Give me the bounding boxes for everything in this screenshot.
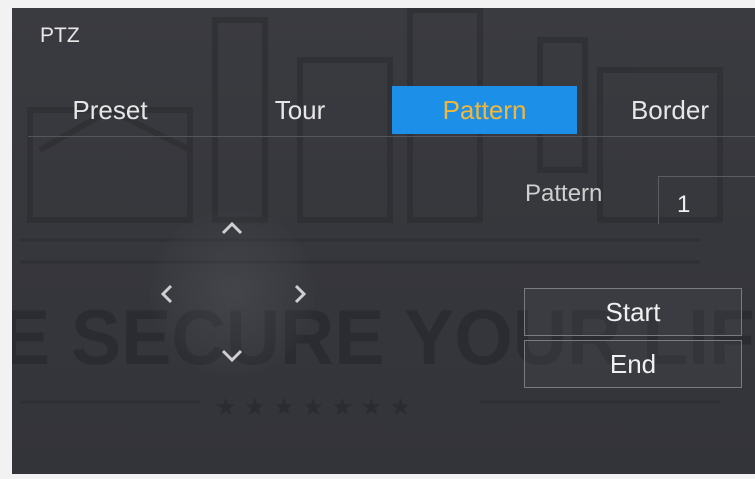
svg-text:★ ★ ★ ★ ★ ★ ★: ★ ★ ★ ★ ★ ★ ★ bbox=[215, 393, 411, 421]
tab-tour[interactable]: Tour bbox=[230, 86, 370, 134]
top-edge bbox=[0, 0, 755, 8]
tab-bar: Preset Tour Pattern Border bbox=[40, 86, 740, 134]
tab-preset[interactable]: Preset bbox=[40, 86, 180, 134]
ptz-panel: E SECURE YOUR LIF ★ ★ ★ ★ ★ ★ ★ PTZ Pres… bbox=[0, 0, 755, 479]
direction-pad bbox=[150, 210, 315, 375]
arrow-left-icon[interactable] bbox=[160, 284, 174, 304]
arrow-up-icon[interactable] bbox=[220, 220, 244, 236]
pattern-number-value: 1 bbox=[677, 191, 691, 218]
tab-pattern[interactable]: Pattern bbox=[392, 86, 577, 134]
tab-divider bbox=[28, 136, 755, 137]
window-title: PTZ bbox=[40, 24, 80, 47]
arrow-down-icon[interactable] bbox=[220, 348, 244, 364]
start-button[interactable]: Start bbox=[524, 288, 742, 336]
left-edge bbox=[0, 0, 12, 479]
arrow-right-icon[interactable] bbox=[293, 284, 307, 304]
pattern-number-field[interactable]: 1 bbox=[658, 176, 755, 224]
pattern-number-label: Pattern bbox=[525, 180, 603, 207]
watermark-image: E SECURE YOUR LIF ★ ★ ★ ★ ★ ★ ★ bbox=[0, 7, 755, 421]
end-button[interactable]: End bbox=[524, 340, 742, 388]
bottom-edge bbox=[0, 474, 755, 479]
tab-border[interactable]: Border bbox=[600, 86, 740, 134]
